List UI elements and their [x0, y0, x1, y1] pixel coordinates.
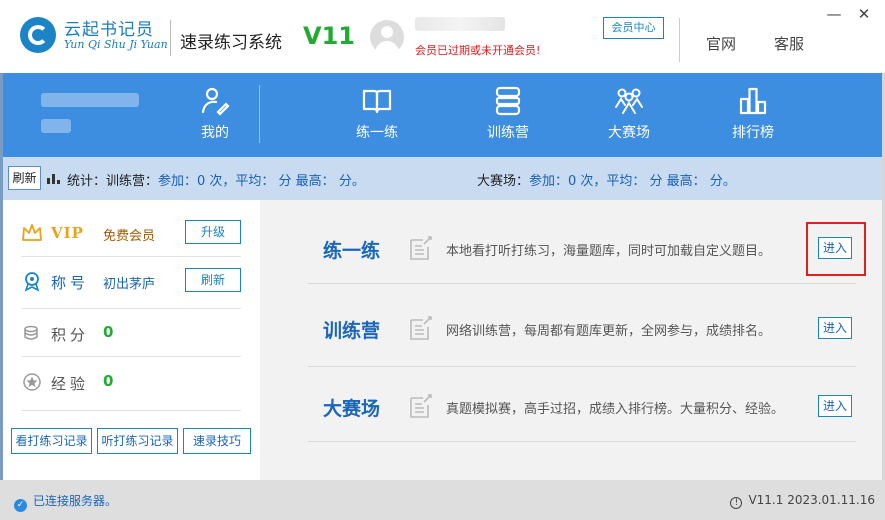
- profile-panel: VIP 免费会员 升级 称号 初出茅庐 刷新 积分 0 经验 0 看打练习记录: [3, 200, 260, 480]
- title-refresh-button[interactable]: 刷新: [185, 268, 241, 292]
- user-id-redacted: [41, 93, 139, 107]
- coins-icon: [24, 325, 38, 340]
- group-icon: [615, 88, 643, 114]
- profile-divider: [21, 356, 241, 357]
- listen-typing-records-button[interactable]: 听打练习记录: [97, 428, 178, 454]
- stats-bar: 刷新 统计：训练营：参加：0 次，平均： 分 最高： 分。 大赛场：参加：0 次…: [3, 157, 882, 200]
- avatar[interactable]: [370, 20, 404, 54]
- vip-row: VIP 免费会员 升级: [21, 212, 241, 254]
- mode-practice-title: 练一练: [323, 240, 381, 262]
- nav-practice[interactable]: 练一练: [327, 85, 427, 151]
- nav-my-label: 我的: [201, 125, 229, 141]
- mode-arena-title: 大赛场: [323, 398, 381, 420]
- connection-status: ✓ 已连接服务器。: [14, 492, 117, 512]
- camp-stats: 统计：训练营：参加：0 次，平均： 分 最高： 分。: [67, 170, 365, 189]
- logo-icon: [20, 17, 56, 53]
- brand-divider: [170, 20, 171, 56]
- member-warning: 会员已过期或未开通会员!: [415, 44, 541, 57]
- points-row: 积分 0: [21, 312, 241, 354]
- crown-icon: [22, 224, 42, 241]
- mode-practice: 练一练 本地看打听打练习，海量题库，同时可加载自定义题目。 进入: [308, 200, 856, 280]
- version-info-text: V11.1 2023.01.11.16: [748, 493, 875, 507]
- view-typing-records-button[interactable]: 看打练习记录: [11, 428, 92, 454]
- points-label: 积分: [51, 326, 90, 344]
- badge-icon: [24, 272, 40, 292]
- book-icon: [362, 89, 392, 114]
- nav-ranking[interactable]: 排行榜: [703, 85, 803, 151]
- exp-value: 0: [103, 372, 114, 390]
- mode-arena-desc: 真题模拟赛，高手过招，成绩入排行榜。大量积分、经验。: [446, 402, 785, 417]
- enter-arena-button[interactable]: 进入: [818, 395, 852, 417]
- title-row: 称号 初出茅庐 刷新: [21, 260, 241, 302]
- app-title: 速录练习系统: [180, 33, 282, 53]
- camp-stats-value: 参加：0 次，平均： 分 最高： 分。: [158, 174, 365, 189]
- document-edit-icon: [410, 236, 432, 260]
- bar-chart-icon: [739, 87, 767, 115]
- camp-stats-label: 统计：训练营：: [67, 174, 159, 189]
- nav-training-camp[interactable]: 训练营: [458, 85, 558, 151]
- mode-practice-desc: 本地看打听打练习，海量题库，同时可加载自定义题目。: [446, 244, 772, 259]
- document-edit-icon: [410, 316, 432, 340]
- close-button[interactable]: ✕: [856, 6, 872, 22]
- mode-training-camp-desc: 网络训练营，每周都有题库更新，全网参与，成绩排名。: [446, 324, 772, 339]
- typing-tips-button[interactable]: 速录技巧: [183, 428, 251, 454]
- upgrade-button[interactable]: 升级: [185, 220, 241, 244]
- nav-arena-label: 大赛场: [608, 125, 650, 141]
- star-icon: [23, 373, 41, 391]
- minimize-button[interactable]: —: [826, 6, 842, 22]
- nav-practice-label: 练一练: [356, 125, 398, 141]
- member-center-button[interactable]: 会员中心: [603, 17, 664, 39]
- app-header: 云起书记员 Yun Qi Shu Ji Yuan 速录练习系统 V11 会员已过…: [0, 0, 885, 73]
- vip-label: VIP: [51, 224, 84, 242]
- exp-row: 经验 0: [21, 361, 241, 403]
- points-value: 0: [103, 323, 114, 341]
- stats-icon: [47, 174, 60, 184]
- mode-divider: [308, 441, 856, 442]
- nav-arena[interactable]: 大赛场: [579, 85, 679, 151]
- user-sub-redacted: [41, 119, 71, 133]
- profile-divider: [21, 410, 241, 411]
- layers-icon: [495, 86, 521, 116]
- arena-stats: 大赛场：参加：0 次，平均： 分 最高： 分。: [477, 170, 736, 189]
- exp-label: 经验: [51, 375, 90, 393]
- vip-value: 免费会员: [103, 229, 156, 244]
- version-info: ! V11.1 2023.01.11.16: [730, 493, 875, 509]
- brand-name: 云起书记员: [64, 20, 154, 40]
- mode-training-camp: 训练营 网络训练营，每周都有题库更新，全网参与，成绩排名。 进入: [308, 280, 856, 360]
- profile-divider: [21, 308, 241, 309]
- enter-training-camp-button[interactable]: 进入: [818, 317, 852, 339]
- check-icon: ✓: [14, 499, 27, 512]
- mode-training-camp-title: 训练营: [323, 320, 381, 342]
- connection-status-text: 已连接服务器。: [33, 494, 118, 508]
- nav-ranking-label: 排行榜: [732, 125, 774, 141]
- nav-divider: [259, 85, 260, 143]
- header-divider: [679, 18, 680, 62]
- username-redacted: [415, 17, 505, 31]
- brand-name-pinyin: Yun Qi Shu Ji Yuan: [64, 38, 168, 51]
- nav-training-camp-label: 训练营: [487, 125, 529, 141]
- title-label: 称号: [51, 274, 90, 292]
- arena-stats-label: 大赛场：: [477, 174, 530, 189]
- highlight-annotation: [806, 222, 866, 276]
- mode-arena: 大赛场 真题模拟赛，高手过招，成绩入排行榜。大量积分、经验。 进入: [308, 358, 856, 438]
- user-edit-icon: [201, 87, 230, 116]
- app-version: V11: [303, 22, 355, 50]
- profile-divider: [21, 256, 241, 257]
- customer-service-link[interactable]: 客服: [774, 33, 804, 54]
- nav-my[interactable]: 我的: [165, 85, 265, 151]
- arena-stats-value: 参加：0 次，平均： 分 最高： 分。: [529, 174, 736, 189]
- document-edit-icon: [410, 394, 432, 418]
- main-nav: 我的 练一练 训练营 大赛场 排行榜: [3, 73, 882, 157]
- status-bar: ✓ 已连接服务器。 ! V11.1 2023.01.11.16: [0, 480, 885, 520]
- official-site-link[interactable]: 官网: [706, 33, 736, 54]
- title-value: 初出茅庐: [103, 277, 156, 292]
- info-icon: !: [730, 497, 743, 509]
- stats-refresh-button[interactable]: 刷新: [8, 166, 41, 190]
- mode-panel: 练一练 本地看打听打练习，海量题库，同时可加载自定义题目。 进入 训练营 网络训…: [260, 200, 882, 480]
